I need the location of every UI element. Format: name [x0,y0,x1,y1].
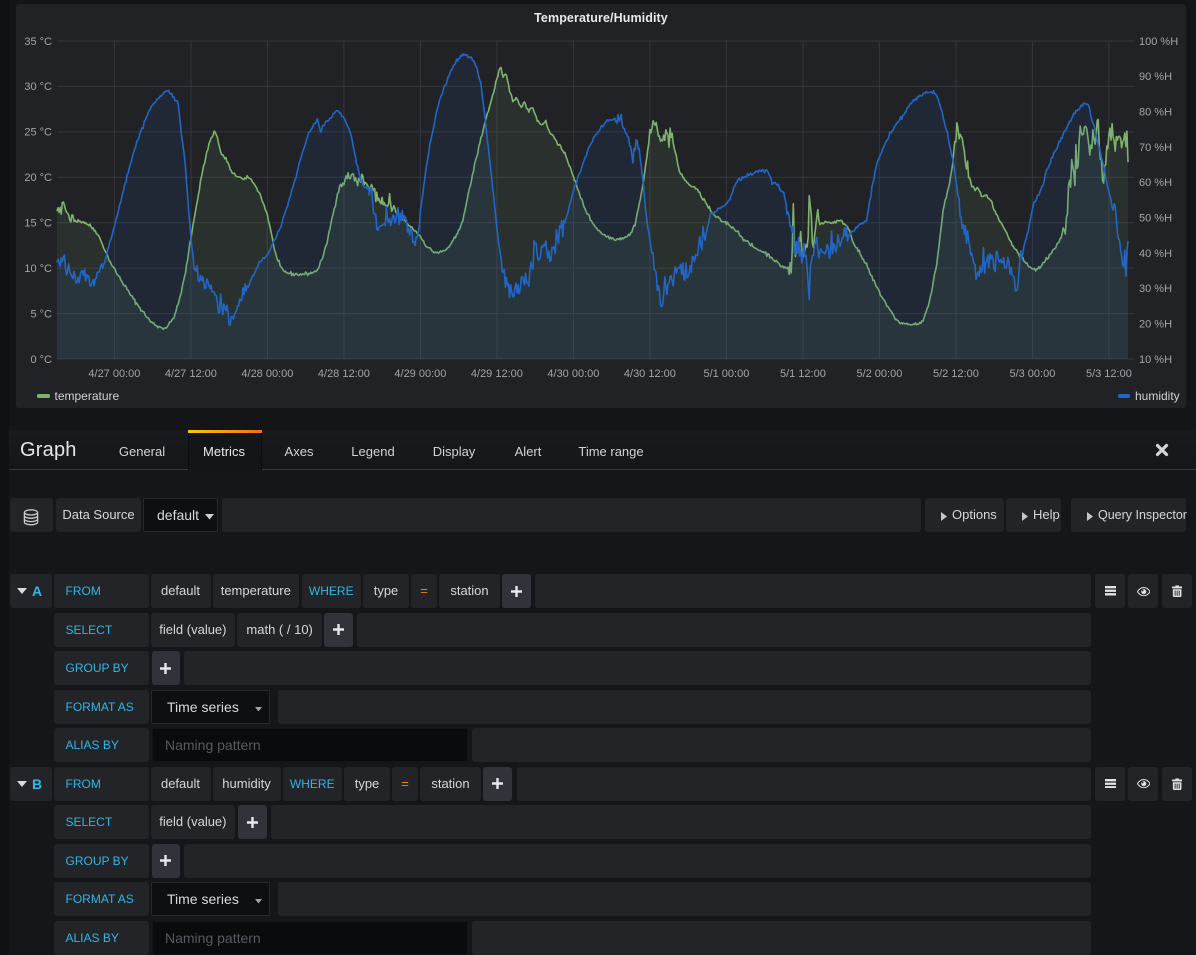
svg-text:4/29 12:00: 4/29 12:00 [471,368,523,380]
svg-text:35 °C: 35 °C [24,36,52,48]
svg-text:20 %H: 20 %H [1139,319,1172,331]
svg-text:50 %H: 50 %H [1139,213,1172,225]
svg-text:40 %H: 40 %H [1139,248,1172,260]
svg-text:25 °C: 25 °C [24,127,52,139]
svg-text:4/30 00:00: 4/30 00:00 [547,368,599,380]
svg-text:5 °C: 5 °C [30,308,52,320]
svg-text:4/30 12:00: 4/30 12:00 [624,368,676,380]
svg-text:30 °C: 30 °C [24,81,52,93]
svg-text:0 °C: 0 °C [30,354,52,366]
svg-text:100 %H: 100 %H [1139,36,1178,48]
svg-text:5/2 12:00: 5/2 12:00 [933,368,979,380]
svg-text:5/3 00:00: 5/3 00:00 [1009,368,1055,380]
svg-text:5/1 12:00: 5/1 12:00 [780,368,826,380]
svg-text:4/28 00:00: 4/28 00:00 [241,368,293,380]
svg-text:5/1 00:00: 5/1 00:00 [703,368,749,380]
svg-text:10 °C: 10 °C [24,263,52,275]
svg-text:5/3 12:00: 5/3 12:00 [1086,368,1132,380]
svg-text:30 %H: 30 %H [1139,283,1172,295]
svg-text:60 %H: 60 %H [1139,177,1172,189]
svg-text:4/28 12:00: 4/28 12:00 [318,368,370,380]
svg-text:20 °C: 20 °C [24,172,52,184]
svg-text:4/29 00:00: 4/29 00:00 [394,368,446,380]
svg-text:4/27 00:00: 4/27 00:00 [88,368,140,380]
svg-text:70 %H: 70 %H [1139,142,1172,154]
svg-text:15 °C: 15 °C [24,218,52,230]
svg-text:80 %H: 80 %H [1139,107,1172,119]
svg-text:10 %H: 10 %H [1139,354,1172,366]
svg-text:5/2 00:00: 5/2 00:00 [856,368,902,380]
svg-text:90 %H: 90 %H [1139,71,1172,83]
svg-text:4/27 12:00: 4/27 12:00 [165,368,217,380]
